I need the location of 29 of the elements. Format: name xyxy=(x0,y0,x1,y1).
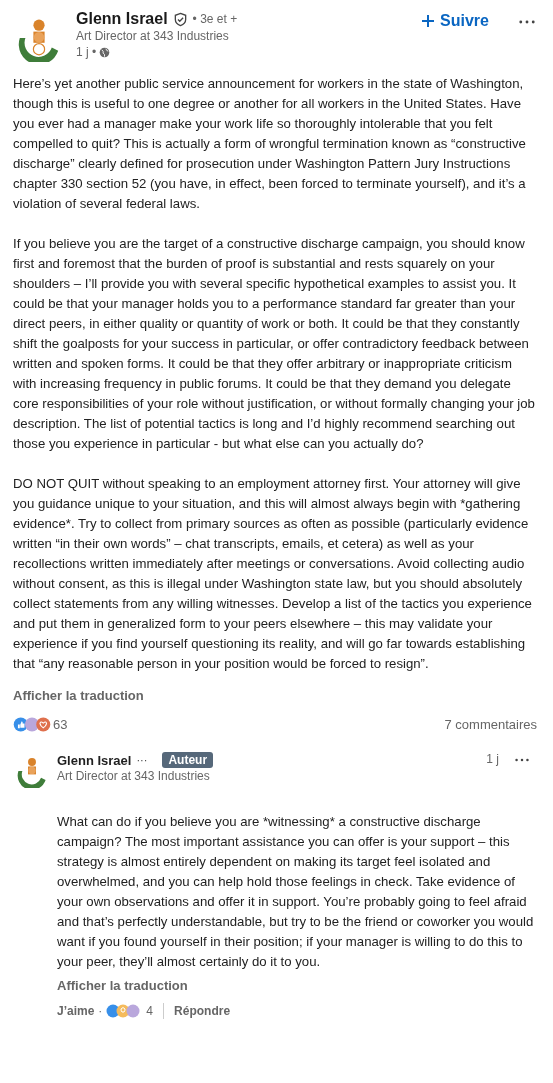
connection-degree: • 3e et + xyxy=(192,12,238,26)
separator-dot: · xyxy=(98,1004,103,1018)
name-ellipsis: ··· xyxy=(136,754,148,766)
follow-button[interactable]: Suivre xyxy=(422,12,489,30)
reaction-count[interactable]: 4 xyxy=(146,1004,154,1018)
shield-check-icon xyxy=(172,11,188,27)
comment-text: What can do if you believe you are *witnessing* a constructive discharge campaign? The most important assistance you can offer is your support – this strategy is almost entirely dependent on making its target feel isolated and overwhelmed, and you can help hold those feelings in check. Take evidence of your own observations and offer it in support. You’re probably going to feel afraid and that’s perfectly understandable, but try to be the friend or coworker you would want if you found yourself in their position; if your manager is willing to do this to your peer, they’ll almost certainly do it to you. xyxy=(57,813,535,971)
plus-icon xyxy=(422,15,435,27)
author-name[interactable]: Glenn Israel xyxy=(76,10,168,28)
post-time: 1 j • xyxy=(76,44,97,60)
more-options-icon[interactable] xyxy=(519,20,535,24)
reaction-icons[interactable] xyxy=(13,717,51,732)
post-paragraph: DO NOT QUIT without speaking to an employment attorney first. Your attorney will give you guidance unique to your situation, and this will almost always begin with *gathering evidence*. Try to collect from primary sources as often as possible (particularly evidence written “in their own words” – chat transcripts, emails, et cetera) as well as your recollections written immediately after meetings or conversations. Avoid collecting audio without consent, as this is illegal under Washington state law, but you should absolutely collect statements from any willing witnesses. Develop a list of the tactics you experience and put them in generalized form to your peers elsewhere – this may validate your experience if you find yourself questioning its reality, and will go far towards establishing that “any reasonable person in your position would be forced to resign”. xyxy=(13,475,533,673)
commenter-headline: Art Director at 343 Industries xyxy=(57,768,211,784)
comments-count[interactable]: 7 commentaires xyxy=(444,717,537,732)
more-options-icon[interactable] xyxy=(515,758,529,762)
author-headline: Art Director at 343 Industries xyxy=(76,28,230,44)
globe-icon xyxy=(99,46,111,58)
commenter-name[interactable]: Glenn Israel xyxy=(57,752,132,768)
post-paragraph: If you believe you are the target of a constructive discharge campaign, you should know first and foremost that the burden of proof is substantial and rests squarely on your shoulders – I’ll provide you with several specific hypothetical examples to assist you. It could be that your manager holds you to a performance standard far greater than your direct peers, in either quality or quantity of work or both. It could be that they constantly shift the goalposts for your success in particular, or offer contradictory feedback between written and spoken forms. It could be that they offer arbitrary or inappropriate criticism with increasing frequency in public forums. It could be that they demand you delegate core responsibilities of your role without justification, or without formally changing your job description. The list of potential tactics is long and I’d highly recommend searching out those you experience in particular - but what else can you actually do? xyxy=(13,235,536,453)
reply-link[interactable]: Répondre xyxy=(174,1004,231,1018)
translation-link[interactable]: Afficher la traduction xyxy=(57,978,537,993)
reaction-count[interactable]: 63 xyxy=(53,717,68,732)
like-link[interactable]: J’aime xyxy=(57,1004,95,1018)
post-paragraph: Here’s yet another public service announcement for workers in the state of Washington, though this is useful to one degree or another for all workers in the United States. Have you ever had a manager make your work life so thoroughly intolerable that you felt compelled to quit? This is actually a form of wrongful termination known as “constructive discharge” clearly defined for prosecution under Washington Pattern Jury Instructions chapter 330 section 52 (you have, in effect, been forced to terminate yourself), and it’s a violation of several federal laws. xyxy=(13,75,527,213)
translation-link[interactable]: Afficher la traduction xyxy=(13,688,537,703)
reaction-icons[interactable] xyxy=(106,1004,141,1018)
comment-time: 1 j xyxy=(486,752,499,766)
author-badge: Auteur xyxy=(162,752,214,768)
